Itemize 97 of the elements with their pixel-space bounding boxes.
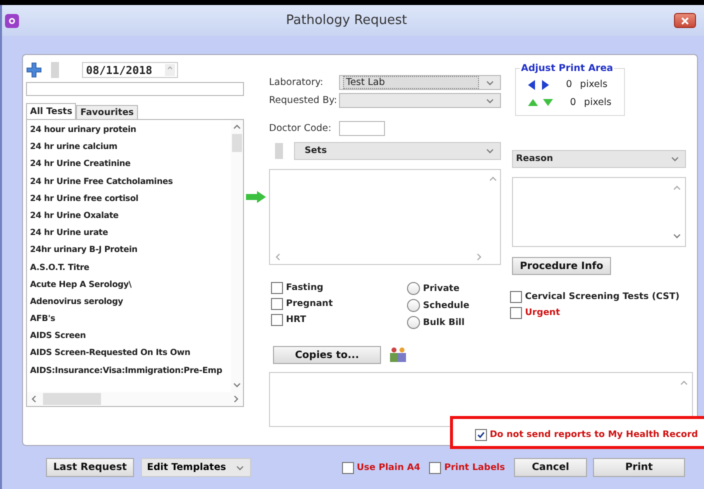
checkbox-label: Pregnant [286, 299, 333, 309]
text-field[interactable] [26, 82, 244, 96]
list-item[interactable]: Adenovirus serology [30, 292, 231, 310]
scrollbar-thumb[interactable] [232, 134, 242, 152]
spacer-handle [51, 62, 59, 78]
checkbox-label: Use Plain A4 [356, 462, 420, 472]
spacer-handle [275, 143, 283, 159]
arrow-up-icon[interactable] [528, 99, 538, 106]
spin-icon [165, 64, 175, 76]
pixel-value: 0 [570, 97, 576, 108]
chevron-down-icon [673, 233, 681, 239]
chevron-up-icon [489, 176, 497, 182]
close-icon [681, 16, 689, 24]
field-label: Requested By: [269, 95, 338, 106]
app-icon [5, 14, 19, 28]
radio-label: Schedule [423, 300, 470, 310]
chevron-down-icon [486, 80, 494, 86]
list-item[interactable]: AIDS Screen-Requested On Its Own [30, 344, 231, 362]
list-item[interactable]: AIDS Screen [30, 327, 231, 344]
list-item[interactable]: 24 hour urinary protein [30, 121, 231, 138]
checkbox-label: HRT [286, 315, 306, 325]
checkbox-label: Cervical Screening Tests (CST) [525, 292, 680, 302]
chevron-left-icon [275, 253, 281, 261]
people-icon[interactable] [389, 346, 407, 364]
list-item[interactable]: 24 hr Urine Oxalate [30, 206, 231, 224]
scrollbar[interactable] [27, 392, 243, 406]
checkbox[interactable] [342, 462, 354, 474]
check-icon [476, 430, 486, 440]
checkbox-label: Do not send reports to My Health Record [490, 430, 698, 440]
field-label: Laboratory: [269, 77, 324, 88]
list-item[interactable]: 24 hr Urine urate [30, 224, 231, 242]
checkbox[interactable] [429, 462, 442, 474]
dropdown-value: Reason [516, 154, 554, 164]
input-field[interactable] [339, 121, 385, 136]
field-label: Doctor Code: [269, 123, 332, 134]
copies-button[interactable]: Copies to... [273, 346, 381, 364]
chevron-down-icon [486, 98, 494, 104]
radio-button[interactable] [407, 316, 420, 329]
checkbox-label: Print Labels [444, 462, 505, 472]
checkbox[interactable] [510, 307, 522, 319]
checkbox-label: Urgent [525, 308, 560, 318]
list-item[interactable]: 24 hr Urine free cortisol [30, 190, 231, 207]
list-item[interactable]: Acute Hep A Serology\ [30, 276, 231, 293]
chevron-left-icon [31, 395, 37, 403]
checkbox-label: Fasting [286, 283, 324, 293]
dropdown-value: Test Lab [343, 76, 479, 89]
arrow-left-icon[interactable] [528, 80, 536, 90]
list-item[interactable]: 24 hr Urine Creatinine [30, 155, 231, 173]
list-item[interactable]: AFB's [30, 310, 231, 328]
chevron-down-icon [671, 156, 679, 162]
last-request-button[interactable]: Last Request [46, 458, 134, 477]
arrow-right-icon[interactable] [541, 80, 549, 90]
list-item[interactable]: 24hr urinary B-J Protein [30, 241, 231, 258]
edit-templates-dropdown[interactable]: Edit Templates [141, 458, 251, 477]
chevron-down-icon [236, 464, 244, 470]
cancel-button[interactable]: Cancel [514, 458, 587, 477]
window-title: Pathology Request [285, 13, 408, 28]
print-button[interactable]: Print [593, 458, 685, 477]
procedure-info-button[interactable]: Procedure Info [512, 257, 611, 275]
list-item[interactable]: AIDS:Insurance:Visa:Immigration:Pre-Emp [30, 362, 231, 379]
unit-label: pixels [580, 79, 608, 90]
panel-title: Adjust Print Area [520, 63, 614, 74]
unit-label: pixels [584, 97, 612, 108]
dropdown[interactable]: Reason [512, 150, 686, 168]
list-item[interactable]: 24 hr urine calcium [30, 138, 231, 156]
list-item[interactable]: A.S.O.T. Titre [30, 258, 231, 276]
checkbox[interactable] [271, 314, 283, 326]
chevron-up-icon [680, 380, 688, 386]
date-text: 08/11/2018 [86, 64, 152, 76]
list-item[interactable]: 24 hr Urine Free Catcholamines [30, 172, 231, 190]
scrollbar-thumb[interactable] [43, 393, 101, 405]
checkbox[interactable] [474, 429, 487, 441]
tab[interactable]: Favourites [76, 105, 138, 119]
chevron-up-icon [233, 124, 241, 130]
chevron-up-icon [673, 185, 681, 191]
radio-label: Bulk Bill [423, 318, 465, 328]
plus-icon[interactable] [26, 62, 42, 78]
close-button[interactable] [674, 13, 696, 28]
checkbox[interactable] [510, 291, 522, 303]
dropdown-value: Sets [304, 146, 327, 156]
pixel-value: 0 [566, 79, 572, 90]
radio-label: Private [423, 284, 460, 294]
radio-button[interactable] [407, 299, 420, 312]
dropdown[interactable]: Test Lab [339, 75, 501, 90]
dropdown[interactable]: Sets [294, 142, 501, 160]
chevron-down-icon [486, 148, 494, 154]
chevron-down-icon [233, 382, 241, 388]
checkbox[interactable] [271, 282, 283, 294]
chevron-right-icon [476, 253, 482, 261]
date-field[interactable]: 08/11/2018 [82, 62, 178, 78]
scrollbar[interactable] [231, 120, 243, 392]
checkbox[interactable] [271, 298, 283, 310]
dropdown-value: Edit Templates [147, 462, 226, 473]
tab[interactable]: All Tests [26, 103, 76, 119]
arrow-down-icon[interactable] [543, 99, 553, 106]
chevron-right-icon [233, 395, 239, 403]
radio-button[interactable] [407, 282, 420, 295]
